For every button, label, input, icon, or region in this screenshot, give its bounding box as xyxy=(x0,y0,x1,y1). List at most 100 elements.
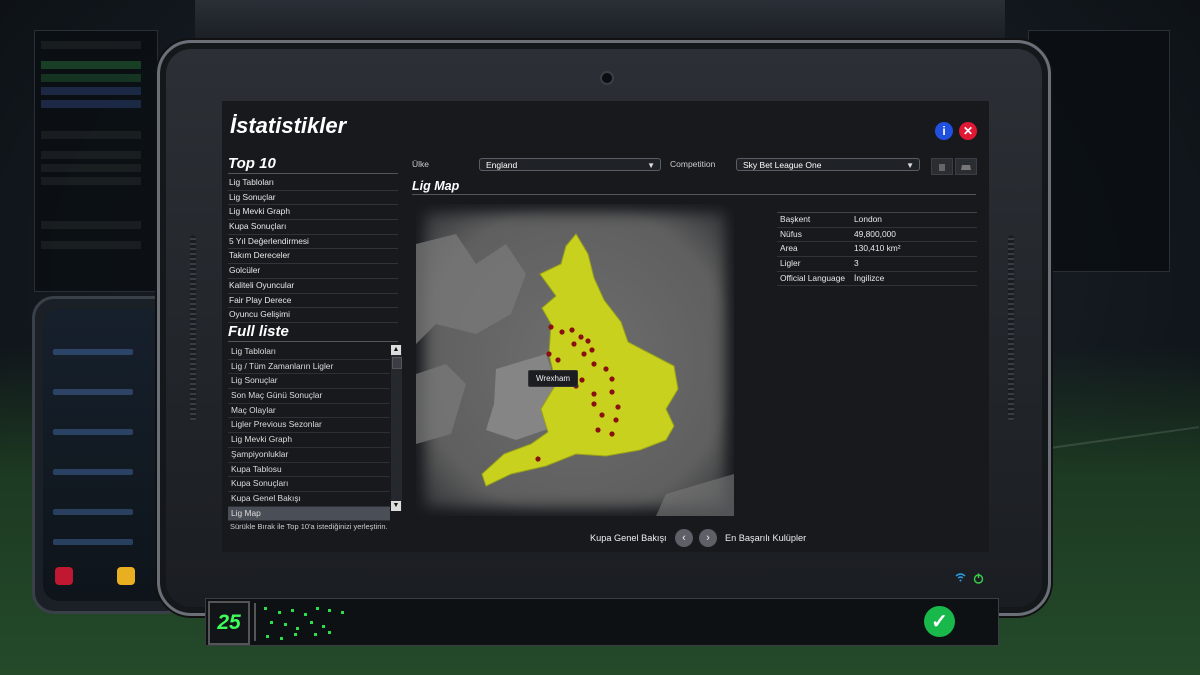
scotland-landmass xyxy=(416,234,526,344)
activity-dot xyxy=(266,635,269,638)
club-marker[interactable] xyxy=(571,341,577,347)
club-marker[interactable] xyxy=(579,377,585,383)
next-page-label[interactable]: En Başarılı Kulüpler xyxy=(725,529,806,547)
ireland-landmass xyxy=(416,364,466,444)
map-title: Lig Map xyxy=(412,179,976,195)
top10-item[interactable]: Takım Dereceler xyxy=(228,249,398,265)
tablet-frame: İstatistikler i ✕ Top 10 Lig Tabloları L… xyxy=(157,40,1051,616)
stat-value: London xyxy=(854,214,882,224)
scroll-thumb[interactable] xyxy=(392,357,402,369)
england-map-svg xyxy=(416,233,734,516)
stat-key: Ligler xyxy=(780,258,801,269)
activity-dot xyxy=(264,607,267,610)
competition-select-value: Sky Bet League One xyxy=(743,160,822,170)
filter-tool-button[interactable] xyxy=(931,158,953,175)
background-panel-left xyxy=(34,30,158,292)
page-title: İstatistikler xyxy=(230,113,347,138)
activity-dots xyxy=(254,603,356,641)
full-list-item[interactable]: Maç Olaylar xyxy=(228,404,390,419)
club-marker[interactable] xyxy=(581,351,587,357)
competition-label: Competition xyxy=(670,159,716,169)
full-list-item[interactable]: Şampiyonluklar xyxy=(228,448,390,463)
club-marker[interactable] xyxy=(578,334,584,340)
club-marker[interactable] xyxy=(615,404,621,410)
top10-item[interactable]: Golcüler xyxy=(228,264,398,279)
full-list-scrollbar[interactable]: ▲ ▼ xyxy=(391,345,402,511)
top10-item[interactable]: Oyuncu Gelişimi xyxy=(228,308,398,323)
activity-dot xyxy=(304,613,307,616)
league-map[interactable]: Wrexham xyxy=(416,204,734,516)
full-list-item[interactable]: Lig Mevki Graph xyxy=(228,433,390,448)
top10-item[interactable]: Kupa Sonuçları xyxy=(228,220,398,235)
full-list-item[interactable]: Lig Tabloları xyxy=(228,345,390,360)
continue-check-icon[interactable]: ✓ xyxy=(924,606,955,637)
chevron-right-icon[interactable]: › xyxy=(699,529,717,547)
stat-row: Official Language İngilizce xyxy=(777,272,977,287)
full-list-item[interactable]: Kupa Tablosu xyxy=(228,463,390,478)
full-list-item[interactable]: Kupa Genel Bakışı xyxy=(228,492,390,507)
stat-key: Official Language xyxy=(780,272,846,283)
club-marker[interactable] xyxy=(595,427,601,433)
club-marker[interactable] xyxy=(589,347,595,353)
club-marker[interactable] xyxy=(603,366,609,372)
stat-row: Area 130,410 km² xyxy=(777,242,977,258)
top10-item[interactable]: Fair Play Derece xyxy=(228,294,398,309)
scroll-down-icon[interactable]: ▼ xyxy=(391,501,401,511)
wifi-icon xyxy=(955,573,966,585)
close-icon[interactable]: ✕ xyxy=(959,122,977,140)
drag-drop-hint: Sürükle Bırak ile Top 10'a istediğinizi … xyxy=(230,522,388,531)
bottom-status-bar: 25 ✓ xyxy=(205,598,999,646)
full-list-item[interactable]: Kupa Sonuçları xyxy=(228,477,390,492)
activity-dot xyxy=(328,609,331,612)
club-marker[interactable] xyxy=(609,389,615,395)
full-list-item[interactable]: Lig Sonuçlar xyxy=(228,374,390,390)
club-marker[interactable] xyxy=(609,376,615,382)
view-tool-button[interactable] xyxy=(955,158,977,175)
full-list-item-selected[interactable]: Lig Map xyxy=(228,506,390,522)
stat-value: 3 xyxy=(854,258,859,269)
activity-dot xyxy=(280,637,283,640)
top10-list: Lig Tabloları Lig Sonuçlar Lig Mevki Gra… xyxy=(228,176,398,323)
club-marker[interactable] xyxy=(591,391,597,397)
club-marker[interactable] xyxy=(585,338,591,344)
club-marker[interactable] xyxy=(548,324,554,330)
info-icon[interactable]: i xyxy=(935,122,953,140)
club-marker[interactable] xyxy=(535,456,541,462)
wales-landmass xyxy=(486,354,556,440)
scroll-up-icon[interactable]: ▲ xyxy=(391,345,401,355)
activity-dot xyxy=(296,627,299,630)
stat-key: Başkent xyxy=(780,214,811,224)
club-marker[interactable] xyxy=(546,351,552,357)
top10-item[interactable]: 5 Yıl Değerlendirmesi xyxy=(228,235,398,250)
chevron-down-icon: ▼ xyxy=(906,161,914,170)
club-marker[interactable] xyxy=(609,431,615,437)
club-marker[interactable] xyxy=(591,361,597,367)
competition-select[interactable]: Sky Bet League One ▼ xyxy=(736,158,920,171)
club-marker[interactable] xyxy=(555,357,561,363)
top10-item[interactable]: Kaliteli Oyuncular xyxy=(228,279,398,294)
club-marker[interactable] xyxy=(559,329,565,335)
club-marker[interactable] xyxy=(613,417,619,423)
tablet-camera xyxy=(600,71,614,85)
club-marker[interactable] xyxy=(591,401,597,407)
full-list-item[interactable]: Lig / Tüm Zamanların Ligler xyxy=(228,360,390,375)
activity-dot xyxy=(291,609,294,612)
stat-key: Area xyxy=(780,243,798,254)
full-list-item[interactable]: Ligler Previous Sezonlar xyxy=(228,418,390,434)
country-select[interactable]: England ▼ xyxy=(479,158,661,171)
activity-dot xyxy=(284,623,287,626)
full-list-item[interactable]: Son Maç Günü Sonuçlar xyxy=(228,389,390,404)
chevron-left-icon[interactable]: ‹ xyxy=(675,529,693,547)
top10-item[interactable]: Lig Sonuçlar xyxy=(228,191,398,206)
power-icon[interactable] xyxy=(973,573,984,587)
map-tooltip: Wrexham xyxy=(528,370,579,387)
top10-item[interactable]: Lig Tabloları xyxy=(228,176,398,191)
club-marker[interactable] xyxy=(599,412,605,418)
top10-item[interactable]: Lig Mevki Graph xyxy=(228,205,398,221)
club-marker[interactable] xyxy=(569,327,575,333)
stadium-icon xyxy=(961,164,971,170)
activity-dot xyxy=(316,607,319,610)
france-landmass xyxy=(656,474,734,516)
stat-value: İngilizce xyxy=(854,272,885,283)
prev-page-label[interactable]: Kupa Genel Bakışı xyxy=(590,529,667,547)
